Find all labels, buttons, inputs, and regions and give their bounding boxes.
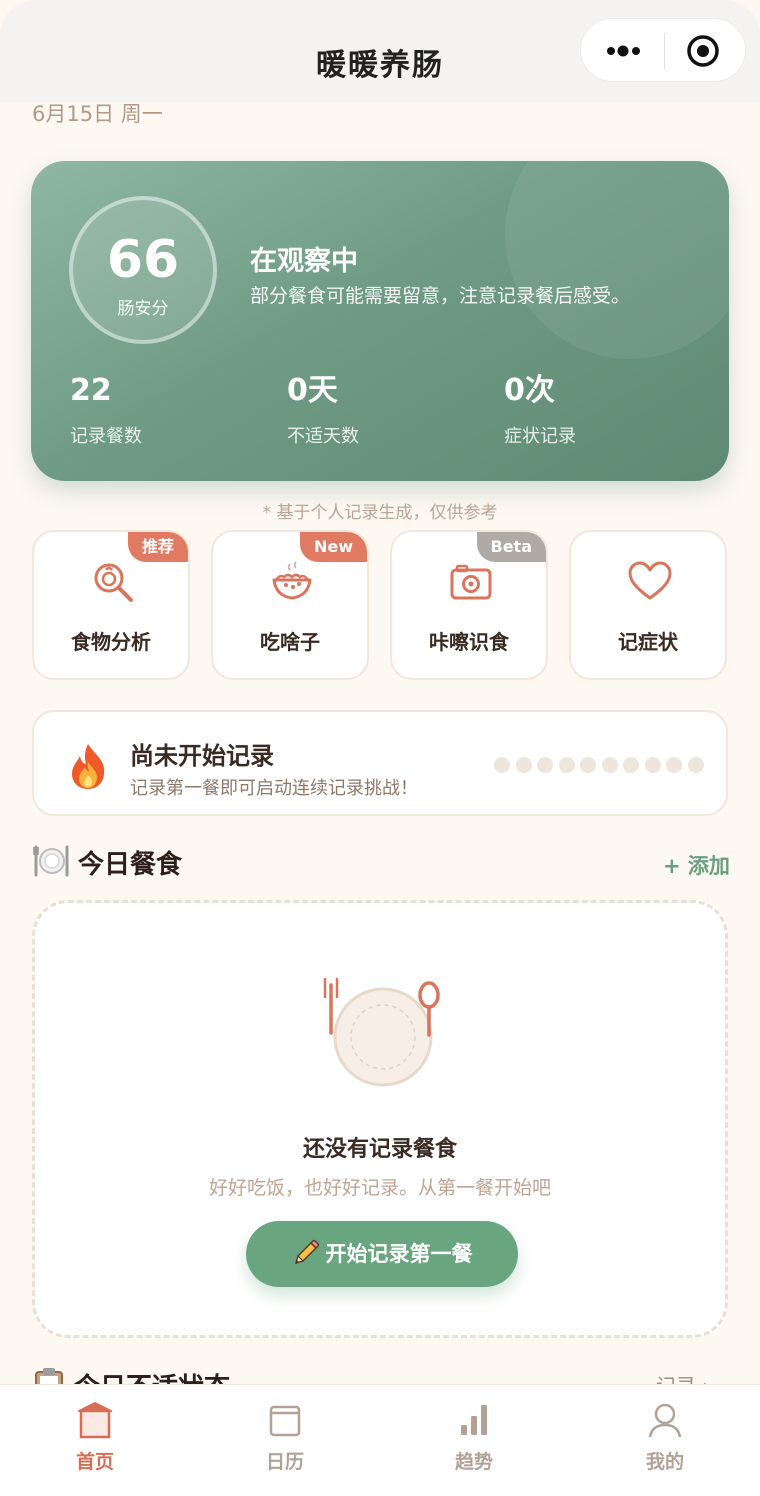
section-title-text: 今日餐食 <box>78 850 183 880</box>
tile-what-to-eat[interactable]: New 吃啥子 <box>211 530 369 680</box>
stat-meal-count: 22 记录餐数 <box>70 376 142 448</box>
tile-label: 食物分析 <box>71 630 151 654</box>
bottom-tab-bar: 首页 日历 趋势 我的 <box>0 1384 760 1496</box>
close-target-icon[interactable] <box>685 33 721 69</box>
score-disclaimer: * 基于个人记录生成，仅供参考 <box>262 503 498 523</box>
tab-label: 我的 <box>645 1451 684 1473</box>
stat-symptom-records: 0次 症状记录 <box>504 376 576 448</box>
decorative-bubble <box>505 161 729 359</box>
streak-progress-dots <box>494 757 709 773</box>
tab-calendar[interactable]: 日历 <box>225 1385 345 1496</box>
status-title: 在观察中 <box>250 246 358 277</box>
empty-state-title: 还没有记录餐食 <box>302 1137 457 1162</box>
stat-label: 症状记录 <box>504 426 576 447</box>
streak-description: 记录第一餐即可启动连续记录挑战！ <box>130 778 418 799</box>
bowl-icon <box>272 561 312 600</box>
capsule-divider <box>664 33 665 69</box>
calendar-icon <box>269 1405 301 1437</box>
tab-profile[interactable]: 我的 <box>605 1385 725 1496</box>
section-title-text: 今日不适状态 <box>74 1373 230 1384</box>
tile-label: 吃啥子 <box>260 630 320 654</box>
stat-value: 0天 <box>287 373 338 408</box>
stat-value: 22 <box>70 373 112 408</box>
tab-label: 首页 <box>75 1451 114 1473</box>
tile-label: 咔嚓识食 <box>429 630 509 654</box>
fire-icon <box>72 744 105 789</box>
bar-chart-icon <box>461 1405 487 1435</box>
home-icon <box>78 1402 112 1439</box>
clipboard-icon <box>35 1368 63 1384</box>
score-label: 肠安分 <box>117 299 169 319</box>
tab-label: 日历 <box>265 1451 304 1473</box>
current-date: 6月15日 周一 <box>32 102 163 126</box>
empty-plate-illustration <box>323 977 440 1087</box>
streak-card[interactable]: 尚未开始记录 记录第一餐即可启动连续记录挑战！ <box>32 710 728 816</box>
tile-food-analysis[interactable]: 推荐 食物分析 <box>32 530 190 680</box>
score-ring: 66 肠安分 <box>69 196 217 344</box>
magnifier-icon <box>94 563 133 602</box>
heart-icon <box>628 561 672 600</box>
tab-label: 趋势 <box>454 1451 493 1473</box>
camera-icon <box>450 564 492 600</box>
empty-state-subtitle: 好好吃饭，也好好记录。从第一餐开始吧 <box>208 1177 551 1199</box>
more-icon[interactable] <box>603 31 647 71</box>
mini-program-capsule <box>580 18 746 82</box>
today-symptoms-heading: 今日不适状态 <box>32 1366 230 1384</box>
pencil-icon <box>294 1239 319 1264</box>
stat-label: 记录餐数 <box>70 426 142 447</box>
record-symptom-link[interactable]: 记录 › <box>656 1370 710 1384</box>
today-meals-heading: 今日餐食 <box>32 843 182 881</box>
stat-label: 不适天数 <box>287 426 359 447</box>
tab-home[interactable]: 首页 <box>35 1385 155 1496</box>
tile-record-symptom[interactable]: 记症状 <box>569 530 727 680</box>
meals-empty-state: 还没有记录餐食 好好吃饭，也好好记录。从第一餐开始吧 开始记录第一餐 <box>32 900 728 1338</box>
tab-trends[interactable]: 趋势 <box>414 1385 534 1496</box>
score-value: 66 <box>106 230 180 290</box>
status-description: 部分餐食可能需要留意，注意记录餐后感受。 <box>250 285 631 307</box>
button-label: 开始记录第一餐 <box>325 1242 473 1266</box>
gut-score-card[interactable]: 66 肠安分 在观察中 部分餐食可能需要留意，注意记录餐后感受。 22 记录餐数… <box>31 161 729 481</box>
navigation-bar: 暖暖养肠 <box>0 0 760 102</box>
start-first-meal-button[interactable]: 开始记录第一餐 <box>246 1221 518 1287</box>
user-icon <box>648 1403 682 1438</box>
add-meal-link[interactable]: + 添加 <box>663 850 730 880</box>
streak-title: 尚未开始记录 <box>130 742 274 770</box>
tile-label: 记症状 <box>618 630 678 654</box>
stat-value: 0次 <box>504 373 555 408</box>
tile-photo-recognition[interactable]: Beta 咔嚓识食 <box>390 530 548 680</box>
plate-cutlery-icon <box>33 845 69 877</box>
stat-discomfort-days: 0天 不适天数 <box>287 376 359 448</box>
